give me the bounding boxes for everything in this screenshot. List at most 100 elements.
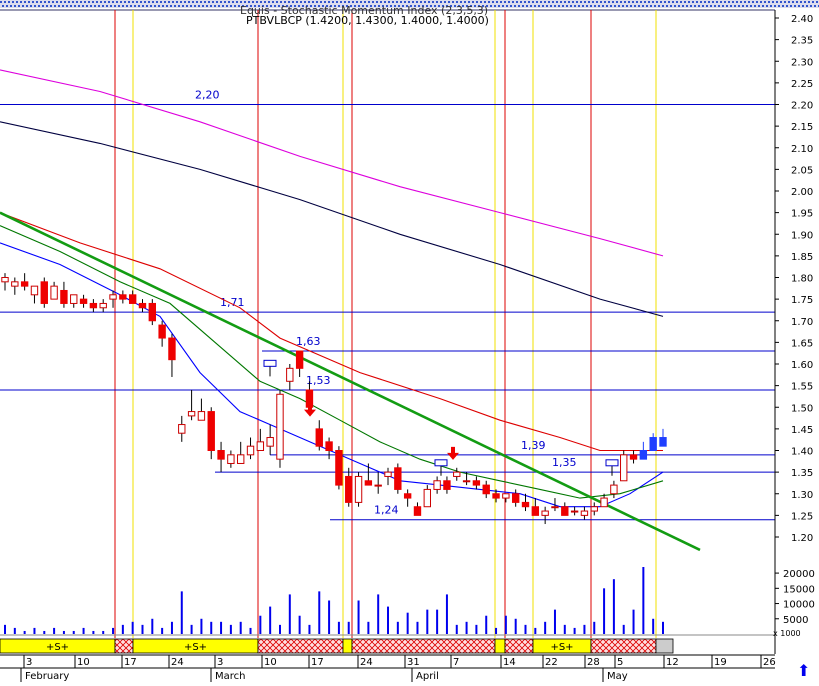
candle-body [551, 506, 559, 509]
stripe-dot [26, 5, 28, 7]
candle-body [462, 480, 471, 483]
date-axis-tick-label: 10 [264, 657, 277, 668]
candle-body [295, 350, 304, 369]
stripe-dot [496, 1, 498, 3]
signal-segment [257, 638, 344, 654]
stripe-dot [392, 1, 394, 3]
stripe-dot [664, 1, 666, 3]
stripe-dot [572, 1, 574, 3]
stripe-dot [542, 5, 544, 7]
stripe-dot [680, 1, 682, 3]
candle-body [60, 289, 68, 304]
stripe-dot [344, 1, 346, 3]
right-axis-tick-label: 2.15 [791, 122, 813, 133]
stripe-dot [504, 1, 506, 3]
stripe-dot [500, 1, 502, 3]
volume-axis-tick-label: 20000 [783, 569, 815, 580]
stripe-dot [650, 5, 652, 7]
candle-body [659, 437, 667, 447]
stripe-dot [364, 1, 366, 3]
right-axis-tick-label: 1.70 [791, 317, 813, 328]
stripe-dot [284, 1, 286, 3]
stripe-dot [320, 1, 322, 3]
stripe-dot [236, 1, 238, 3]
stripe-dot [240, 1, 242, 3]
stripe-dot [182, 5, 184, 7]
stripe-dot [216, 1, 218, 3]
stripe-dot [796, 1, 798, 3]
candle-body [541, 510, 549, 516]
stripe-dot [656, 1, 658, 3]
stripe-dot [682, 5, 684, 7]
stripe-dot [136, 1, 138, 3]
stripe-dot [490, 5, 492, 7]
stripe-dot [60, 1, 62, 3]
stripe-dot [276, 1, 278, 3]
stripe-dot [804, 1, 806, 3]
stripe-dot [6, 5, 8, 7]
candle-body [620, 454, 628, 482]
candle-body [246, 445, 255, 456]
stripe-dot [214, 5, 216, 7]
candle-body [482, 484, 490, 495]
candle [40, 277, 48, 308]
right-axis-tick-label: 2.10 [791, 144, 813, 155]
stripe-dot [42, 5, 44, 7]
date-axis-tick-label: 7 [453, 657, 459, 668]
stripe-dot [38, 5, 40, 7]
flag-box [605, 459, 619, 467]
stripe-dot [586, 5, 588, 7]
stripe-dot [300, 1, 302, 3]
stripe-dot [138, 5, 140, 7]
stripe-dot [84, 1, 86, 3]
candle-body [128, 294, 137, 304]
right-axis-tick-label: 1.95 [791, 209, 813, 220]
stripe-dot [552, 1, 554, 3]
date-axis-tick-label: 22 [545, 657, 558, 668]
stripe-dot [356, 1, 358, 3]
stripe-dot [116, 1, 118, 3]
stripe-dot [598, 5, 600, 7]
stripe-dot [724, 1, 726, 3]
stripe-dot [550, 5, 552, 7]
stripe-dot [540, 1, 542, 3]
stripe-dot [702, 5, 704, 7]
candle-body [266, 437, 274, 447]
stripe-dot [122, 5, 124, 7]
stripe-dot [96, 1, 98, 3]
candle-body [590, 506, 598, 512]
candle-body [89, 302, 98, 309]
stripe-dot [754, 5, 756, 7]
stripe-dot [668, 1, 670, 3]
stripe-dot [260, 1, 262, 3]
stripe-dot [106, 5, 108, 7]
stripe-dot [618, 5, 620, 7]
candle-body [629, 454, 638, 460]
flag-box [263, 359, 277, 367]
stripe-dot [4, 1, 6, 3]
stripe-dot [658, 5, 660, 7]
stripe-dot [626, 5, 628, 7]
candle-body [158, 324, 166, 339]
stripe-dot [616, 1, 618, 3]
stripe-dot [48, 1, 50, 3]
stripe-dot [524, 1, 526, 3]
stripe-dot [118, 5, 120, 7]
right-axis-tick-label: 2.25 [791, 79, 813, 90]
stripe-dot [160, 1, 162, 3]
candle-body [374, 484, 382, 487]
stripe-dot [744, 1, 746, 3]
right-axis-tick-label: 2.40 [791, 14, 813, 25]
right-axis-tick-label: 2.00 [791, 187, 813, 198]
stripe-dot [456, 1, 458, 3]
stripe-dot [70, 5, 72, 7]
stripe-dot [412, 1, 414, 3]
stripe-dot [476, 1, 478, 3]
stripe-dot [584, 1, 586, 3]
stripe-dot [102, 5, 104, 7]
stripe-dot [784, 1, 786, 3]
scroll-up-arrow[interactable]: ⬆ [797, 661, 810, 680]
signal-label: +S+ [550, 642, 573, 653]
stripe-dot [180, 1, 182, 3]
stripe-dot [34, 5, 36, 7]
